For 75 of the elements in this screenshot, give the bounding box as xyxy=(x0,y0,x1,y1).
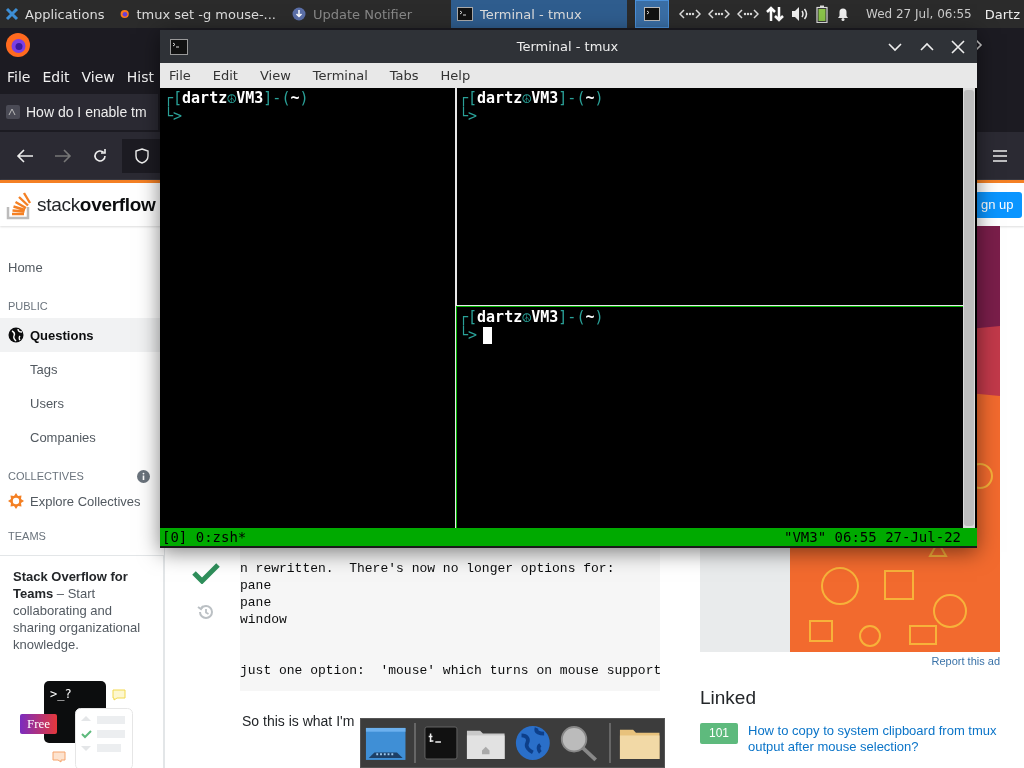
logo-text[interactable]: stackoverflow xyxy=(37,193,156,216)
terminal-icon xyxy=(644,7,660,21)
section-title: Linked xyxy=(700,687,757,709)
menu-item[interactable]: Hist xyxy=(126,69,154,85)
terminal-icon[interactable] xyxy=(170,38,188,55)
transfer-arrows-icon[interactable] xyxy=(766,5,784,23)
collective-icon xyxy=(8,493,24,509)
network-icon[interactable] xyxy=(708,7,730,21)
scrollbar[interactable] xyxy=(963,88,975,528)
menu-item[interactable]: Edit xyxy=(42,69,70,85)
nav-link[interactable]: Users xyxy=(0,386,164,420)
reload-icon[interactable] xyxy=(92,148,108,164)
cross-icon xyxy=(4,6,20,22)
menu-item[interactable]: File xyxy=(169,68,191,83)
menu-item[interactable]: Tabs xyxy=(389,68,419,83)
answer-text: So this is what I'm xyxy=(242,713,356,729)
nav-link[interactable]: Tags xyxy=(0,352,164,386)
forward-icon[interactable] xyxy=(54,148,72,164)
minimize-icon[interactable] xyxy=(887,40,903,53)
nav-link[interactable]: Home xyxy=(0,250,164,284)
shield-icon[interactable] xyxy=(135,148,149,164)
prompt-line: ┌[dartz☮VM3]-(~) xyxy=(459,88,605,107)
workspace-switcher[interactable] xyxy=(635,0,669,28)
info-icon[interactable] xyxy=(137,470,150,483)
nav-link[interactable]: Explore Collectives xyxy=(0,488,164,514)
terminal-icon xyxy=(457,7,473,21)
globe-icon xyxy=(8,327,24,343)
download-icon xyxy=(292,7,306,21)
menu-item[interactable]: View xyxy=(81,69,115,85)
prompt-line: ┌[dartz☮VM3]-(~) xyxy=(459,307,605,326)
network-icon[interactable] xyxy=(679,7,701,21)
speech-bubble-icon xyxy=(112,689,126,701)
browser-tab[interactable]: How do I enable tm xyxy=(0,94,158,130)
back-icon[interactable] xyxy=(16,148,34,164)
menu-item[interactable]: Terminal xyxy=(312,68,368,83)
user-name[interactable]: Dartz xyxy=(984,6,1020,22)
terminal-icon[interactable] xyxy=(424,725,459,761)
chevron-right-icon[interactable] xyxy=(974,39,984,51)
clock[interactable]: Wed 27 Jul, 06:55 xyxy=(866,7,972,21)
menu-item[interactable]: File xyxy=(7,69,31,85)
window-title: Terminal - tmux xyxy=(515,39,620,54)
question-link[interactable]: How to copy to system clipboard from tmux output after mouse selection? xyxy=(748,723,1000,755)
applications-menu[interactable]: Applications xyxy=(0,0,110,28)
menu-item[interactable]: View xyxy=(259,68,291,83)
section-heading: TEAMS xyxy=(8,530,46,544)
free-badge: Free xyxy=(20,714,58,734)
network-icon[interactable] xyxy=(737,7,759,21)
favicon-icon xyxy=(6,105,20,119)
nav-link[interactable]: Companies xyxy=(0,420,164,454)
score-badge: 101 xyxy=(700,723,738,744)
section-heading: COLLECTIVES xyxy=(8,470,84,484)
text-cursor xyxy=(483,326,493,344)
battery-icon[interactable] xyxy=(816,5,828,23)
prompt-line: ┌[dartz☮VM3]-(~) xyxy=(164,88,310,107)
volume-icon[interactable] xyxy=(791,6,809,22)
teams-promo-text: Stack Overflow for Teams – Start collaborating and sharing organizational knowledge. xyxy=(13,568,142,653)
taskbar-button[interactable]: tmux set -g mouse-... xyxy=(114,0,282,28)
menu-item[interactable]: Help xyxy=(440,68,471,83)
status-text: [0] 0:zsh* xyxy=(162,528,247,546)
speech-bubble-icon xyxy=(52,751,66,763)
prompt-arrow: └> xyxy=(459,326,478,344)
fox-globe-icon[interactable] xyxy=(5,32,31,58)
menu-item[interactable]: Edit xyxy=(212,68,238,83)
checkmark-icon[interactable] xyxy=(191,562,220,584)
close-icon[interactable] xyxy=(951,39,965,54)
maximize-icon[interactable] xyxy=(919,40,935,53)
status-text: "VM3" 06:55 27-Jul-22 xyxy=(784,528,961,546)
section-heading: PUBLIC xyxy=(8,300,48,314)
report-ad-link[interactable]: Report this ad xyxy=(931,655,1000,667)
taskbar-button[interactable]: Terminal - tmux xyxy=(451,0,627,28)
prompt-arrow: └> xyxy=(164,107,183,125)
prompt-arrow: └> xyxy=(459,107,478,125)
bell-icon[interactable] xyxy=(835,6,851,22)
code-block: n rewritten. There's now no longer options for: pane pane window just one option: 'mouse' which turns on mouse support xyxy=(240,548,660,691)
menu-icon[interactable] xyxy=(992,149,1008,163)
